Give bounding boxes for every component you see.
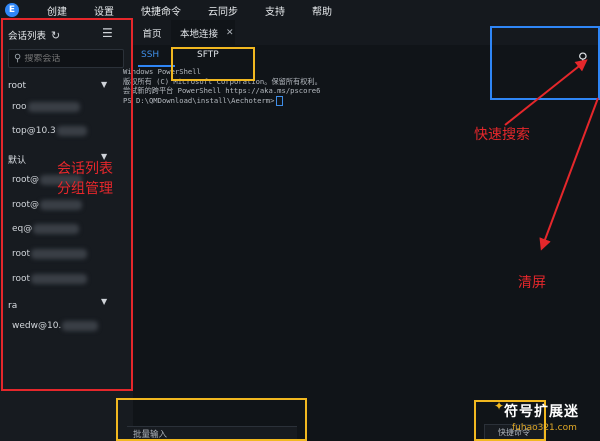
watermark-title: 符号扩展迷 (504, 404, 579, 420)
watermark-url: fuhao321.com (512, 423, 577, 433)
arrow-to-search (504, 59, 588, 126)
star-icon: ✦ (494, 399, 505, 413)
annotation-arrows (504, 59, 599, 251)
watermark: ✦ 符号扩展迷 fuhao321.com (494, 399, 600, 441)
arrow-to-clear (539, 97, 599, 251)
